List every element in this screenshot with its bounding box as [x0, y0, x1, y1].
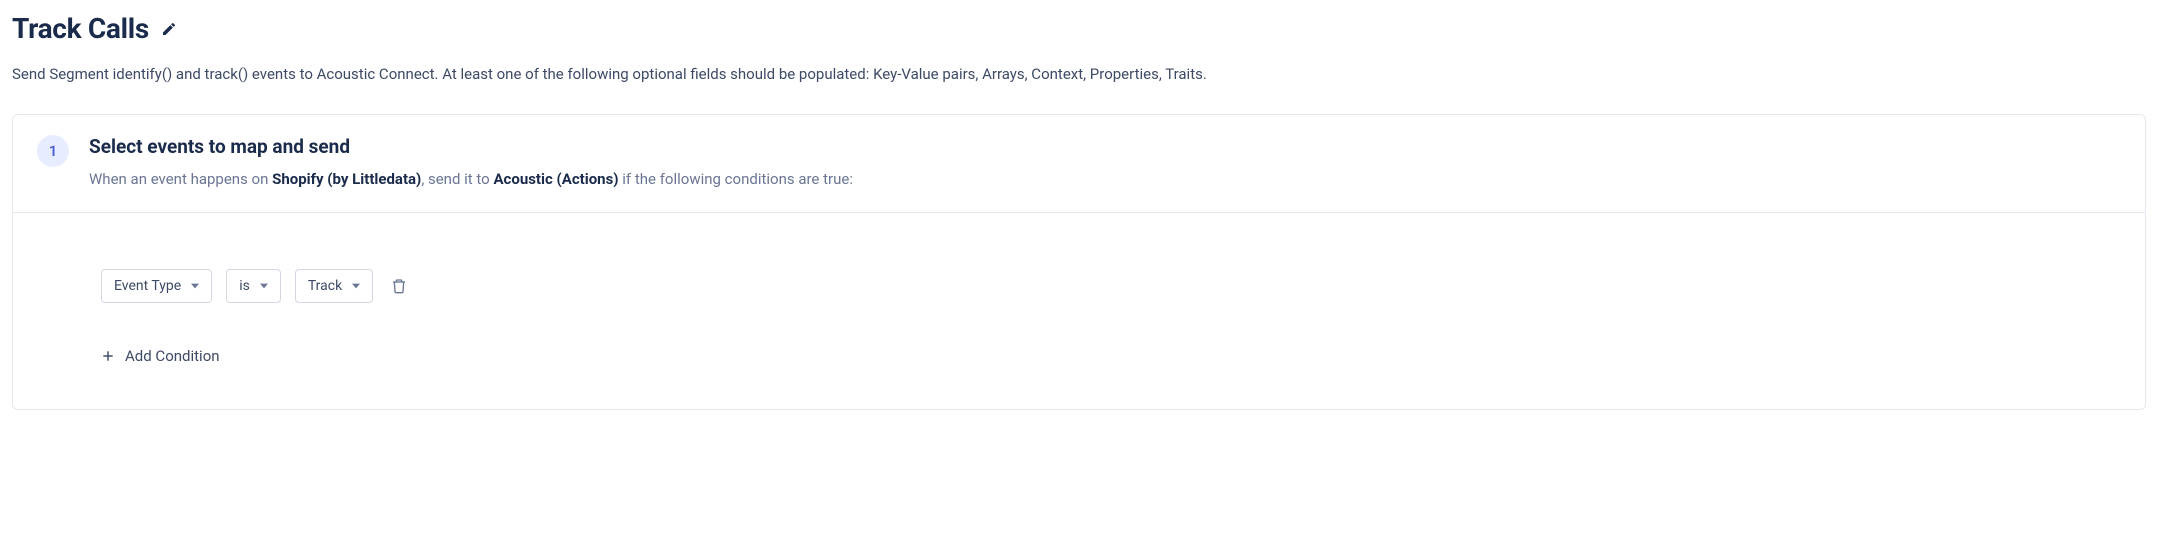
condition-field-label: Event Type	[114, 278, 181, 294]
condition-row: Event Type is Track	[101, 269, 2121, 303]
condition-operator-label: is	[239, 278, 250, 294]
condition-value-label: Track	[308, 278, 342, 294]
condition-value-dropdown[interactable]: Track	[295, 269, 373, 303]
subtitle-destination: Acoustic (Actions)	[493, 170, 618, 188]
condition-field-dropdown[interactable]: Event Type	[101, 269, 212, 303]
plus-icon	[101, 349, 115, 363]
subtitle-suffix: if the following conditions are true:	[619, 170, 853, 188]
caret-down-icon	[352, 282, 360, 290]
subtitle-source: Shopify (by Littledata)	[272, 170, 421, 188]
subtitle-prefix: When an event happens on	[89, 170, 272, 188]
panel-header: 1 Select events to map and send When an …	[13, 115, 2145, 214]
panel-subtitle: When an event happens on Shopify (by Lit…	[89, 168, 2121, 191]
subtitle-mid: , send it to	[421, 170, 493, 188]
edit-icon[interactable]	[161, 21, 177, 37]
page-title: Track Calls	[12, 12, 149, 45]
page-description: Send Segment identify() and track() even…	[12, 63, 2146, 86]
delete-condition-button[interactable]	[387, 274, 411, 298]
mapping-panel: 1 Select events to map and send When an …	[12, 114, 2146, 411]
caret-down-icon	[191, 282, 199, 290]
add-condition-label: Add Condition	[125, 347, 220, 365]
panel-body: Event Type is Track	[13, 213, 2145, 409]
step-number-badge: 1	[37, 135, 69, 167]
panel-title: Select events to map and send	[89, 135, 2121, 158]
caret-down-icon	[260, 282, 268, 290]
add-condition-button[interactable]: Add Condition	[101, 343, 220, 369]
condition-operator-dropdown[interactable]: is	[226, 269, 281, 303]
